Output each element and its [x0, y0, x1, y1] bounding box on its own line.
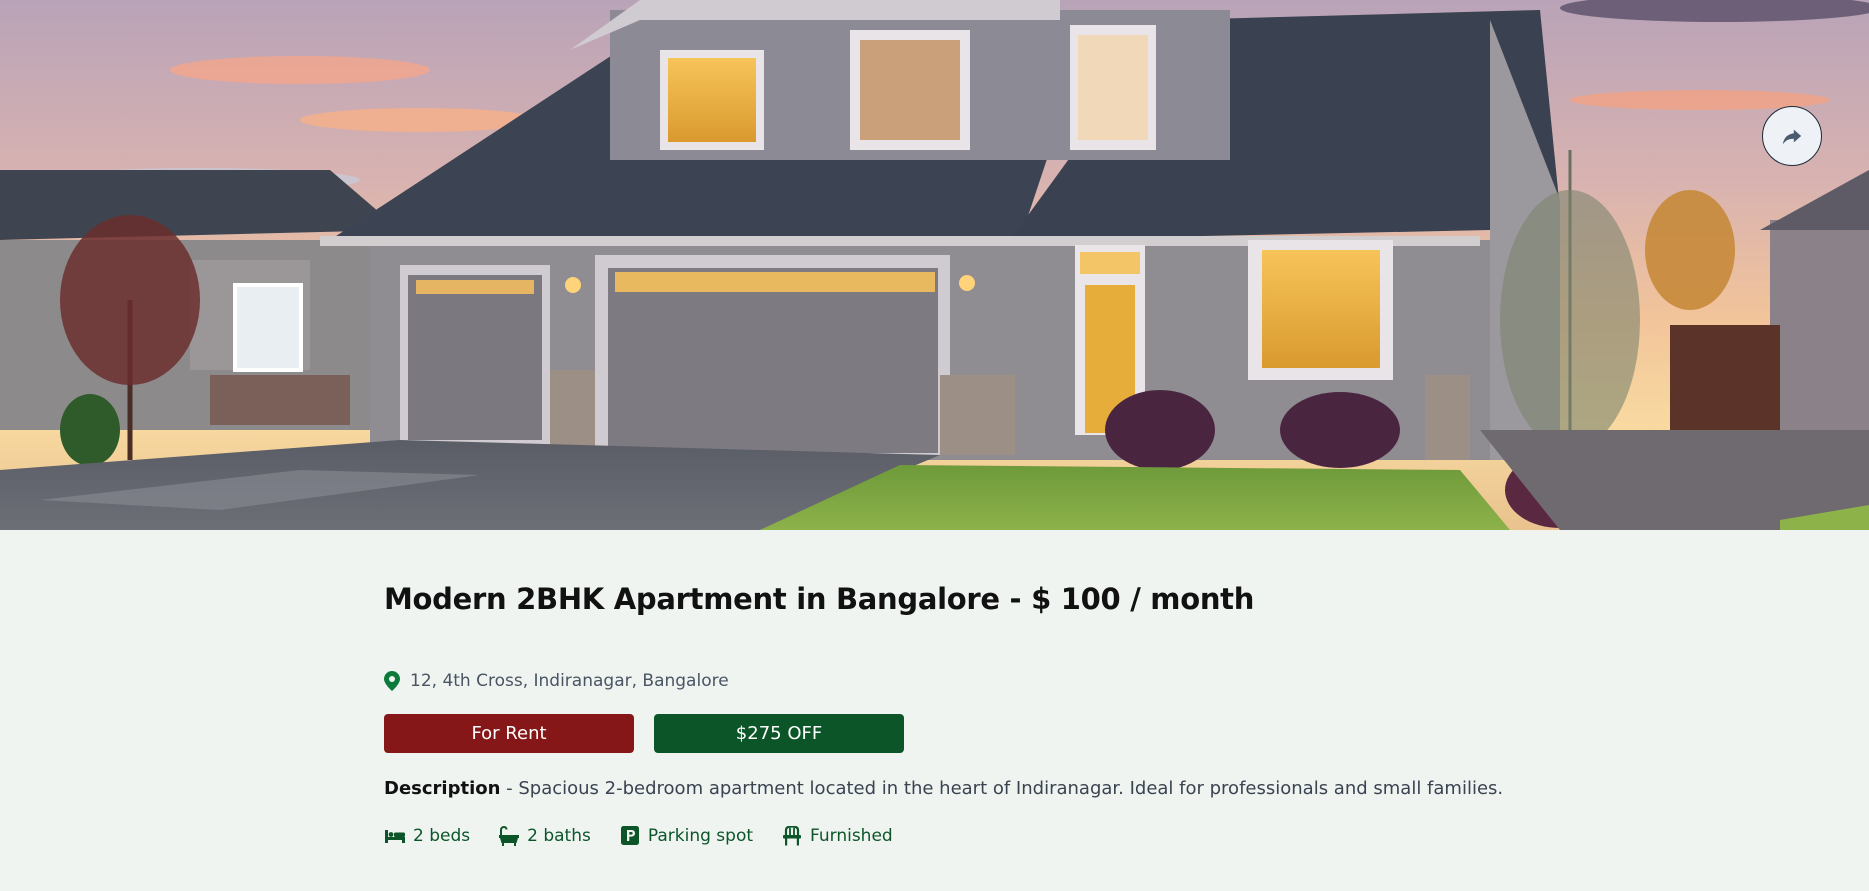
hero-image — [0, 0, 1869, 530]
feature-beds: 2 beds — [384, 826, 470, 846]
listing-description: Description - Spacious 2-bedroom apartme… — [384, 778, 1503, 799]
house-photo — [0, 0, 1869, 530]
feature-parking: Parking spot — [619, 826, 753, 846]
share-button[interactable] — [1762, 106, 1822, 166]
listing-tags: For Rent $275 OFF — [384, 714, 904, 753]
bed-icon — [385, 830, 405, 843]
for-rent-badge: For Rent — [384, 714, 634, 753]
feature-baths: 2 baths — [498, 826, 591, 846]
listing-features: 2 beds 2 baths Parking spot Furnished — [384, 826, 893, 846]
feature-label: Furnished — [810, 826, 893, 846]
chair-icon — [783, 826, 802, 846]
description-text: - Spacious 2-bedroom apartment located i… — [500, 778, 1504, 799]
discount-badge: $275 OFF — [654, 714, 904, 753]
feature-label: 2 baths — [527, 826, 591, 846]
map-pin-icon — [384, 671, 400, 691]
share-icon — [1782, 129, 1802, 145]
listing-title: Modern 2BHK Apartment in Bangalore - $ 1… — [384, 582, 1255, 616]
address-text: 12, 4th Cross, Indiranagar, Bangalore — [410, 671, 729, 691]
bath-icon — [499, 826, 520, 846]
feature-label: 2 beds — [413, 826, 471, 846]
listing-address: 12, 4th Cross, Indiranagar, Bangalore — [384, 671, 729, 691]
feature-furnished: Furnished — [781, 826, 893, 846]
feature-label: Parking spot — [647, 826, 754, 846]
description-label: Description — [384, 778, 501, 799]
parking-icon — [620, 826, 639, 845]
